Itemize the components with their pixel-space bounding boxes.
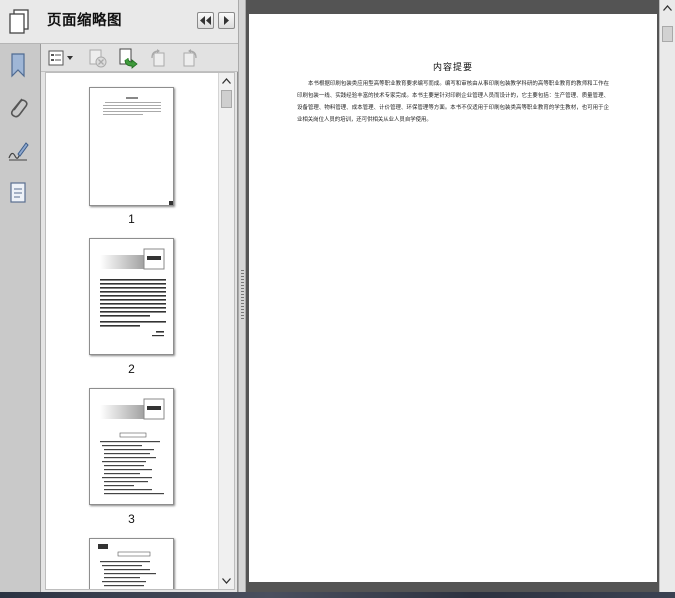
page-body-text: 本书根据印刷包装类应用型高等职业教育要求编写而成。编写和审核由从事印刷包装教学科… — [297, 81, 609, 123]
extract-pages-icon[interactable] — [116, 47, 140, 69]
navigation-rail — [0, 0, 41, 592]
expand-panel-button[interactable] — [218, 12, 235, 29]
collapse-panel-button[interactable] — [197, 12, 214, 29]
splitter-grip[interactable] — [241, 270, 244, 320]
page-thumbnail-1[interactable] — [89, 87, 174, 206]
page-thumbnail-4[interactable] — [89, 538, 174, 589]
signature-icon[interactable] — [4, 136, 32, 166]
scroll-up-icon[interactable] — [219, 73, 234, 89]
rotate-left-icon[interactable] — [146, 47, 170, 69]
page-heading: 内容提要 — [432, 63, 473, 73]
bookmark-icon[interactable] — [4, 50, 32, 80]
panel-toolbar — [41, 44, 238, 72]
layers-icon[interactable] — [4, 178, 32, 208]
panel-splitter[interactable] — [238, 0, 246, 592]
thumbnail-page-label: 2 — [128, 362, 135, 376]
document-page: 内容提要 本书根据印刷包装类应用型高等职业教育要求编写而成。编写和审核由从事印刷… — [249, 14, 657, 582]
thumbnail-panel: 页面缩略图 1 2 3 — [41, 0, 238, 592]
desktop-background-strip — [0, 592, 675, 598]
scroll-down-icon[interactable] — [219, 573, 234, 589]
rail-header — [0, 0, 41, 44]
panel-title: 页面缩略图 — [47, 13, 122, 29]
document-scrollbar-thumb[interactable] — [662, 26, 673, 42]
pages-icon[interactable] — [5, 7, 33, 37]
delete-pages-icon[interactable] — [86, 47, 110, 69]
page-thumbnail-2[interactable] — [89, 238, 174, 355]
document-view[interactable]: 内容提要 本书根据印刷包装类应用型高等职业教育要求编写而成。编写和审核由从事印刷… — [246, 0, 659, 592]
thumbnail-options-icon[interactable] — [47, 47, 75, 69]
attachment-icon[interactable] — [4, 92, 32, 122]
panel-header: 页面缩略图 — [41, 0, 238, 44]
rotate-right-icon[interactable] — [178, 47, 202, 69]
thumbnail-scrollbar-thumb[interactable] — [221, 90, 232, 108]
doc-scroll-up-icon[interactable] — [660, 0, 675, 16]
thumbnail-scrollbar[interactable] — [218, 73, 234, 589]
thumbnail-list[interactable]: 1 2 3 — [45, 72, 235, 590]
thumbnail-page-label: 3 — [128, 512, 135, 526]
page-thumbnail-3[interactable] — [89, 388, 174, 505]
document-scrollbar[interactable] — [659, 0, 675, 592]
thumbnail-page-label: 1 — [128, 212, 135, 226]
